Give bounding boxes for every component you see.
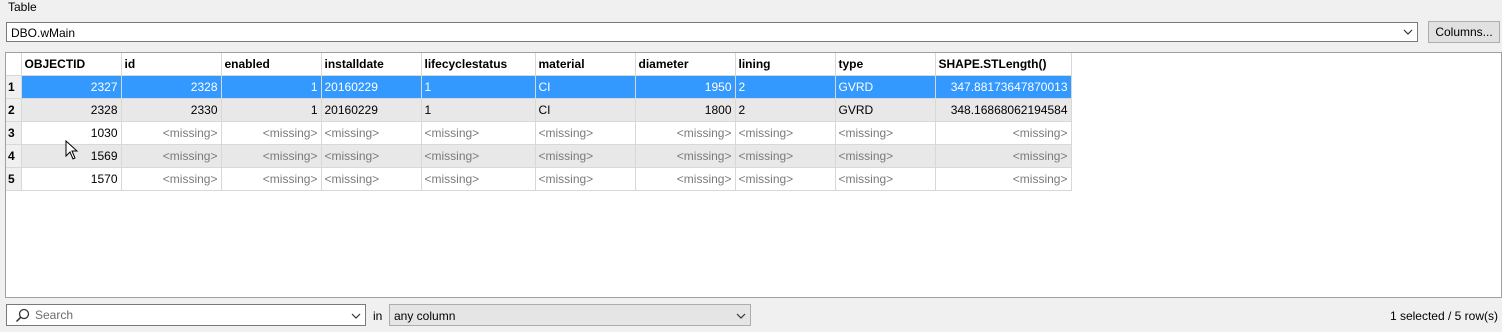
table-cell[interactable]: <missing> [321,144,422,168]
table-cell[interactable]: CI [535,98,636,122]
group-label: Table [8,0,37,14]
table-cell[interactable]: <missing> [121,121,222,145]
data-table: OBJECTID id enabled installdate lifecyclesta… [6,53,1072,191]
table-cell[interactable]: 2328 [21,98,122,122]
column-header[interactable]: type [835,53,936,76]
table-cell[interactable]: 2 [735,75,836,99]
table-cell[interactable]: 347.88173647870013 [935,75,1072,99]
table-cell[interactable]: <missing> [121,167,222,191]
row-number[interactable]: 4 [6,144,22,168]
table-cell[interactable]: <missing> [421,167,536,191]
table-cell[interactable]: <missing> [735,144,836,168]
column-header[interactable]: enabled [221,53,322,76]
table-row[interactable]: 2 2328 2330 1 20160229 1 CI 1800 2 GVRD 348.168680… [6,98,1072,122]
corner-cell[interactable] [6,53,22,76]
table-cell[interactable]: <missing> [935,167,1072,191]
table-selector[interactable]: DBO.wMain [6,22,1418,42]
table-cell[interactable]: 1 [421,75,536,99]
table-cell[interactable]: <missing> [835,121,936,145]
header-row: OBJECTID id enabled installdate lifecyclesta… [6,53,1072,76]
column-header[interactable]: lifecyclestatus [421,53,536,76]
table-cell[interactable]: <missing> [421,121,536,145]
column-header[interactable]: SHAPE.STLength() [935,53,1072,76]
table-cell[interactable]: <missing> [221,167,322,191]
table-cell[interactable]: <missing> [635,121,736,145]
table-cell[interactable]: <missing> [735,167,836,191]
columns-button[interactable]: Columns... [1428,21,1500,43]
search-icon [15,308,30,323]
search-field[interactable] [6,304,366,326]
table-cell[interactable]: 1030 [21,121,122,145]
table-cell[interactable]: <missing> [735,121,836,145]
table-cell[interactable]: <missing> [221,144,322,168]
column-header[interactable]: OBJECTID [21,53,122,76]
column-header[interactable]: diameter [635,53,736,76]
table-cell[interactable]: <missing> [321,167,422,191]
column-filter-value: any column [394,309,456,323]
table-cell[interactable]: 2328 [121,75,222,99]
row-number[interactable]: 1 [6,75,22,99]
chevron-down-icon [736,313,746,319]
table-cell[interactable]: <missing> [535,144,636,168]
table-cell[interactable]: <missing> [121,144,222,168]
table-cell[interactable]: <missing> [635,144,736,168]
table-cell[interactable]: GVRD [835,98,936,122]
table-selector-value: DBO.wMain [11,26,76,40]
status-text: 1 selected / 5 row(s) [1389,309,1498,323]
in-label: in [373,309,383,323]
table-cell[interactable]: 20160229 [321,98,422,122]
table-cell[interactable]: 1 [421,98,536,122]
table-cell[interactable]: 1570 [21,167,122,191]
table-cell[interactable]: CI [535,75,636,99]
table-cell[interactable]: 1 [221,98,322,122]
table-row[interactable]: 3 1030 <missing> <missing> <missing> <missing… [6,121,1072,145]
table-row[interactable]: 1 2327 2328 1 20160229 1 CI 1950 2 GVRD 347.881736… [6,75,1072,99]
table-cell[interactable]: 20160229 [321,75,422,99]
row-number[interactable]: 3 [6,121,22,145]
column-header[interactable]: lining [735,53,836,76]
table-row[interactable]: 4 1569 <missing> <missing> <missing> <missing… [6,144,1072,168]
table-cell[interactable]: 1800 [635,98,736,122]
table-cell[interactable]: <missing> [535,121,636,145]
data-grid[interactable]: OBJECTID id enabled installdate lifecyclesta… [5,52,1502,298]
table-cell[interactable]: 1 [221,75,322,99]
table-cell[interactable]: <missing> [935,121,1072,145]
table-viewer: Table DBO.wMain Columns... OBJECTID id ena… [0,0,1502,332]
column-header[interactable]: installdate [321,53,422,76]
column-header[interactable]: id [121,53,222,76]
table-cell[interactable]: GVRD [835,75,936,99]
table-cell[interactable]: 1950 [635,75,736,99]
table-cell[interactable]: <missing> [421,144,536,168]
chevron-down-icon [1403,29,1413,35]
table-cell[interactable]: <missing> [321,121,422,145]
chevron-down-icon[interactable] [350,309,362,323]
table-cell[interactable]: <missing> [935,144,1072,168]
table-row[interactable]: 5 1570 <missing> <missing> <missing> <missing… [6,167,1072,191]
table-cell[interactable]: 2330 [121,98,222,122]
table-cell[interactable]: <missing> [535,167,636,191]
table-cell[interactable]: 2327 [21,75,122,99]
table-cell[interactable]: <missing> [221,121,322,145]
table-cell[interactable]: <missing> [835,167,936,191]
table-cell[interactable]: 1569 [21,144,122,168]
column-filter-select[interactable]: any column [389,304,751,326]
table-cell[interactable]: 348.16868062194584 [935,98,1072,122]
table-cell[interactable]: 2 [735,98,836,122]
row-number[interactable]: 5 [6,167,22,191]
table-cell[interactable]: <missing> [635,167,736,191]
row-number[interactable]: 2 [6,98,22,122]
search-input[interactable] [35,307,335,323]
column-header[interactable]: material [535,53,636,76]
table-cell[interactable]: <missing> [835,144,936,168]
